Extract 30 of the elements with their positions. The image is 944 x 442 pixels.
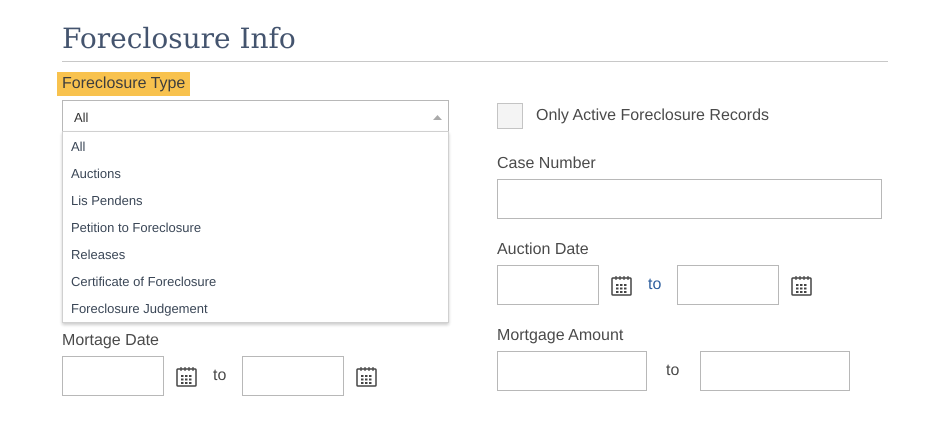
dropdown-option[interactable]: Releases <box>63 241 134 268</box>
range-separator: to <box>213 366 226 386</box>
field-label: Case Number <box>497 155 596 173</box>
selected-value: All <box>74 108 88 127</box>
dropdown-option[interactable]: Auctions <box>63 160 129 187</box>
from-field[interactable] <box>497 351 647 391</box>
calendar-icon[interactable] <box>356 366 378 386</box>
dropdown-option[interactable]: Petition to Foreclosure <box>63 214 210 241</box>
checkbox-label: Only Active Foreclosure Records <box>536 106 769 126</box>
dropdown-option[interactable]: Certificate of Foreclosure <box>63 268 224 295</box>
dropdown-option[interactable]: All <box>63 133 94 160</box>
section-heading: Foreclosure Info <box>62 21 296 57</box>
calendar-icon[interactable] <box>611 274 632 296</box>
field-label: Foreclosure Type <box>57 72 190 96</box>
case-number-field[interactable] <box>497 179 882 219</box>
dropdown-option[interactable]: Lis Pendens <box>63 187 151 214</box>
calendar-icon[interactable] <box>176 366 197 386</box>
calendar-icon[interactable] <box>791 274 812 296</box>
range-separator: to <box>666 361 680 381</box>
dropdown-option[interactable]: Foreclosure Judgement <box>63 295 216 322</box>
field-label: Auction Date <box>497 241 589 259</box>
from-field[interactable] <box>62 356 164 396</box>
to-field[interactable] <box>700 351 850 391</box>
field-label: Mortage Date <box>62 332 159 350</box>
range-separator: to <box>648 275 662 295</box>
from-field[interactable] <box>497 265 599 305</box>
to-field[interactable] <box>677 265 780 305</box>
checkbox[interactable] <box>497 103 523 129</box>
to-field[interactable] <box>242 356 344 396</box>
field-label: Mortgage Amount <box>497 327 624 345</box>
